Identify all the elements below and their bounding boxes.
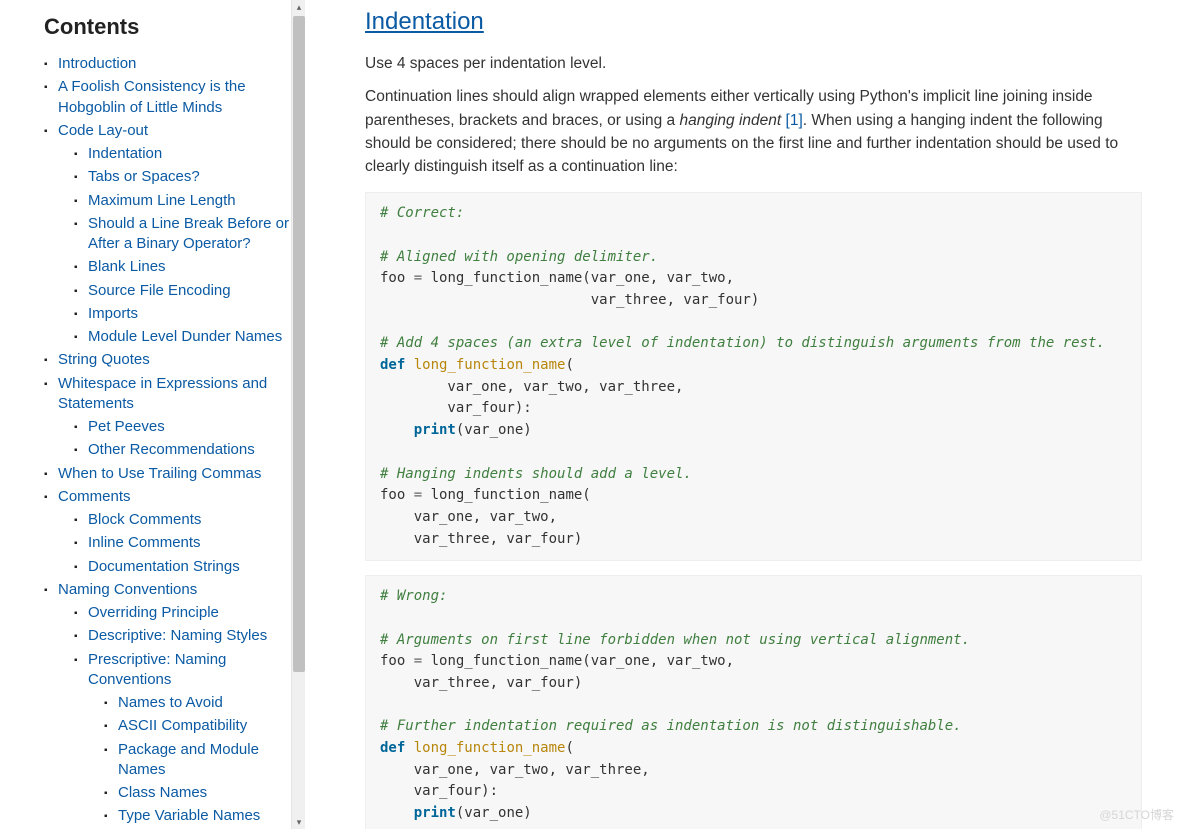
toc-link[interactable]: Whitespace in Expressions and Statements <box>58 375 267 412</box>
toc-link[interactable]: Block Comments <box>88 511 201 528</box>
toc-link[interactable]: Imports <box>88 305 138 322</box>
toc-item: Other Recommendations <box>74 440 297 460</box>
toc-item: Type Variable Names <box>104 806 297 826</box>
toc-link[interactable]: Tabs or Spaces? <box>88 168 200 185</box>
toc-link[interactable]: Descriptive: Naming Styles <box>88 627 267 644</box>
toc-item: A Foolish Consistency is the Hobgoblin o… <box>44 77 297 118</box>
toc-list: Introduction A Foolish Consistency is the… <box>44 54 297 829</box>
main-content: Indentation Use 4 spaces per indentation… <box>305 0 1184 829</box>
toc-link[interactable]: Overriding Principle <box>88 604 219 621</box>
toc-link[interactable]: String Quotes <box>58 351 150 368</box>
toc-link[interactable]: Code Lay-out <box>58 122 148 139</box>
toc-link[interactable]: Indentation <box>88 145 162 162</box>
paragraph: Continuation lines should align wrapped … <box>365 85 1142 178</box>
toc-link[interactable]: Module Level Dunder Names <box>88 328 282 345</box>
toc-link[interactable]: Maximum Line Length <box>88 192 236 209</box>
toc-link[interactable]: Naming Conventions <box>58 581 197 598</box>
toc-item: Documentation Strings <box>74 557 297 577</box>
toc-item: Package and Module Names <box>104 740 297 781</box>
toc-link[interactable]: Prescriptive: Naming Conventions <box>88 651 226 688</box>
toc-item: Source File Encoding <box>74 281 297 301</box>
toc-link[interactable]: Names to Avoid <box>118 694 223 711</box>
toc-link[interactable]: Should a Line Break Before or After a Bi… <box>88 215 289 252</box>
toc-link[interactable]: Blank Lines <box>88 258 166 275</box>
toc-link[interactable]: Documentation Strings <box>88 558 240 575</box>
toc-link[interactable]: ASCII Compatibility <box>118 717 247 734</box>
toc-item: Inline Comments <box>74 533 297 553</box>
toc-item: Module Level Dunder Names <box>74 327 297 347</box>
sidebar-scrollbar[interactable]: ▴ ▾ <box>291 0 305 829</box>
toc-sublist: Overriding Principle Descriptive: Naming … <box>58 603 297 829</box>
toc-item: Naming Conventions Overriding Principle De… <box>44 580 297 829</box>
scrollbar-thumb[interactable] <box>293 16 305 672</box>
scroll-up-icon[interactable]: ▴ <box>292 0 305 14</box>
toc-sublist: Names to Avoid ASCII Compatibility Package… <box>88 693 297 829</box>
toc-item: Tabs or Spaces? <box>74 167 297 187</box>
toc-item: ASCII Compatibility <box>104 716 297 736</box>
code-block-correct: # Correct: # Aligned with opening delimi… <box>365 192 1142 561</box>
toc-link[interactable]: Comments <box>58 488 131 505</box>
toc-link[interactable]: When to Use Trailing Commas <box>58 465 261 482</box>
section-heading[interactable]: Indentation <box>365 4 1142 40</box>
toc-item: Comments Block Comments Inline Comments Doc… <box>44 487 297 577</box>
toc-item: When to Use Trailing Commas <box>44 464 297 484</box>
toc-item: Maximum Line Length <box>74 191 297 211</box>
toc-sidebar: Contents Introduction A Foolish Consisten… <box>0 0 305 829</box>
toc-item: Blank Lines <box>74 257 297 277</box>
toc-sublist: Pet Peeves Other Recommendations <box>58 417 297 461</box>
toc-link[interactable]: Package and Module Names <box>118 741 259 778</box>
watermark: @51CTO博客 <box>1099 806 1174 823</box>
toc-link[interactable]: Type Variable Names <box>118 807 260 824</box>
code-block-wrong: # Wrong: # Arguments on first line forbi… <box>365 575 1142 829</box>
footnote-link[interactable]: [1] <box>786 112 803 129</box>
toc-link[interactable]: Introduction <box>58 55 136 72</box>
toc-item: Class Names <box>104 783 297 803</box>
toc-sublist: Block Comments Inline Comments Documentati… <box>58 510 297 577</box>
toc-sublist: Indentation Tabs or Spaces? Maximum Line L… <box>58 144 297 347</box>
paragraph: Use 4 spaces per indentation level. <box>365 52 1142 75</box>
toc-item: Pet Peeves <box>74 417 297 437</box>
toc-item: Code Lay-out Indentation Tabs or Spaces? Ma… <box>44 121 297 348</box>
toc-link[interactable]: Inline Comments <box>88 534 201 551</box>
toc-item: Prescriptive: Naming Conventions Names to… <box>74 650 297 829</box>
toc-link[interactable]: Pet Peeves <box>88 418 165 435</box>
toc-link[interactable]: Class Names <box>118 784 207 801</box>
scroll-down-icon[interactable]: ▾ <box>292 815 305 829</box>
toc-item: Overriding Principle <box>74 603 297 623</box>
page-layout: Contents Introduction A Foolish Consisten… <box>0 0 1184 829</box>
toc-item: Block Comments <box>74 510 297 530</box>
toc-item: Should a Line Break Before or After a Bi… <box>74 214 297 255</box>
toc-item: Whitespace in Expressions and Statements… <box>44 374 297 461</box>
toc-item: String Quotes <box>44 350 297 370</box>
toc-item: Imports <box>74 304 297 324</box>
toc-title: Contents <box>44 14 297 40</box>
toc-item: Introduction <box>44 54 297 74</box>
toc-link[interactable]: A Foolish Consistency is the Hobgoblin o… <box>58 78 246 115</box>
toc-item: Indentation <box>74 144 297 164</box>
toc-item: Descriptive: Naming Styles <box>74 626 297 646</box>
toc-link[interactable]: Source File Encoding <box>88 282 231 299</box>
toc-item: Names to Avoid <box>104 693 297 713</box>
toc-link[interactable]: Other Recommendations <box>88 441 255 458</box>
